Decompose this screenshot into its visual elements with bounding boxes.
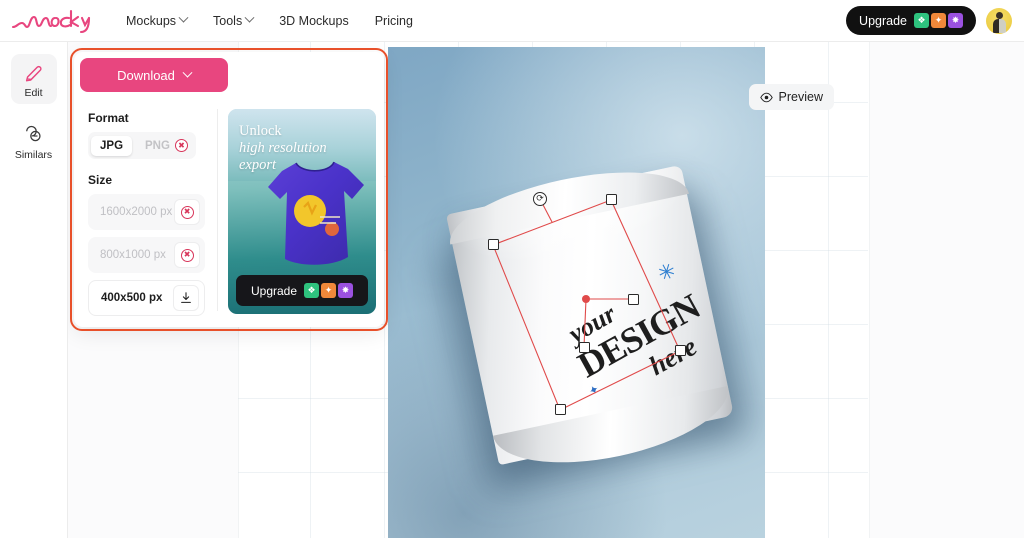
preview-button[interactable]: Preview — [748, 84, 834, 110]
avatar-body — [992, 18, 1006, 33]
nav-label: Tools — [213, 13, 243, 28]
header-actions: Upgrade ❖ ✦ ✸ — [846, 6, 1012, 35]
chevron-down-icon — [178, 12, 189, 23]
pencil-icon — [25, 65, 42, 82]
nav-item-mockups[interactable]: Mockups — [126, 12, 189, 28]
format-section-title: Format — [88, 111, 129, 125]
promo-upgrade-label: Upgrade — [250, 283, 298, 298]
download-button[interactable]: Download — [80, 58, 228, 92]
avatar[interactable] — [986, 7, 1012, 34]
preview-button-label: Preview — [778, 90, 823, 104]
nav-label: Mockups — [126, 13, 177, 28]
sidebar-item-label: Similars — [14, 149, 53, 161]
size-option-1600x2000[interactable]: 1600x2000 px ✖ — [88, 194, 206, 230]
chevron-down-icon — [244, 12, 255, 23]
selection-frame — [492, 199, 681, 411]
nav-item-tools[interactable]: Tools — [213, 12, 255, 28]
nav-label: 3D Mockups — [279, 13, 349, 28]
download-panel: Download Format JPG PNG ✖ Size 1600x2000… — [74, 52, 384, 327]
selection-overlay — [492, 198, 681, 411]
similars-icon — [25, 125, 41, 142]
anchor-handle-right[interactable] — [628, 294, 639, 305]
mockey-logo[interactable] — [10, 4, 98, 38]
resize-handle-bottom-left[interactable] — [555, 404, 566, 415]
sidebar-item-similars[interactable]: Similars — [11, 116, 57, 166]
sidebar-item-label: Edit — [24, 87, 43, 99]
size-option-label: 400x500 px — [101, 292, 163, 304]
upgrade-button-label: Upgrade — [859, 13, 907, 28]
rotate-icon: ⟳ — [536, 194, 544, 204]
format-option-jpg[interactable]: JPG — [91, 135, 133, 156]
size-option-action[interactable]: ✖ — [174, 199, 201, 225]
promo-title: Unlock high resolution export — [239, 123, 368, 174]
format-option-label: JPG — [100, 139, 124, 152]
upgrade-chips: ❖ ✦ ✸ — [914, 13, 963, 28]
anchor-line-v — [583, 298, 587, 348]
anchor-point — [582, 295, 590, 303]
size-option-action[interactable]: ✖ — [174, 242, 201, 268]
chevron-down-icon — [182, 67, 193, 78]
top-header: Mockups Tools 3D Mockups Pricing Upgrade… — [0, 0, 1024, 42]
promo-area: Unlock high resolution export Upgrade ❖ … — [218, 99, 384, 327]
locked-icon: ✖ — [180, 248, 194, 262]
locked-icon: ✖ — [174, 139, 188, 152]
nav-item-3d-mockups[interactable]: 3D Mockups — [279, 14, 348, 28]
chip-green-icon: ❖ — [304, 283, 320, 298]
promo-line-1: Unlock — [239, 123, 282, 139]
format-toggle-group: JPG PNG ✖ — [88, 132, 196, 159]
chip-orange-icon: ✦ — [931, 13, 946, 28]
locked-icon: ✖ — [180, 205, 194, 219]
promo-line-2: high resolution — [239, 140, 327, 157]
chip-green-icon: ❖ — [914, 13, 929, 28]
size-option-800x1000[interactable]: 800x1000 px ✖ — [88, 237, 206, 273]
resize-handle-top-left[interactable] — [488, 239, 499, 250]
size-section-title: Size — [88, 173, 113, 187]
avatar-head — [995, 11, 1003, 19]
nav-item-pricing[interactable]: Pricing — [375, 14, 413, 28]
left-rail: Edit Similars — [0, 42, 68, 538]
size-option-label: 1600x2000 px — [100, 206, 173, 218]
chip-purple-icon: ✸ — [948, 13, 963, 28]
chip-purple-icon: ✸ — [338, 283, 354, 298]
resize-handle-top-right[interactable] — [606, 194, 617, 205]
main-nav: Mockups Tools 3D Mockups Pricing — [126, 12, 413, 28]
eye-icon — [759, 92, 773, 102]
format-option-label: PNG — [145, 139, 170, 152]
download-button-label: Download — [117, 67, 175, 83]
resize-handle-bottom-right[interactable] — [675, 345, 686, 356]
promo-card[interactable]: Unlock high resolution export Upgrade ❖ … — [228, 109, 376, 314]
mockup-preview-image[interactable]: ✳ ✦ your DESIGN here ⟳ — [388, 47, 765, 538]
download-panel-body: Format JPG PNG ✖ Size 1600x2000 px ✖ 800… — [74, 99, 384, 327]
download-options: Format JPG PNG ✖ Size 1600x2000 px ✖ 800… — [74, 99, 217, 327]
size-option-action[interactable] — [173, 285, 200, 311]
promo-upgrade-button[interactable]: Upgrade ❖ ✦ ✸ — [236, 275, 368, 306]
rotate-handle[interactable]: ⟳ — [533, 192, 547, 206]
anchor-handle-bottom[interactable] — [579, 342, 590, 353]
size-option-400x500[interactable]: 400x500 px — [88, 280, 206, 316]
upgrade-button[interactable]: Upgrade ❖ ✦ ✸ — [846, 6, 976, 35]
promo-line-3: export — [239, 157, 277, 174]
chip-orange-icon: ✦ — [321, 283, 337, 298]
nav-label: Pricing — [374, 13, 413, 28]
size-option-label: 800x1000 px — [100, 249, 166, 261]
download-icon — [181, 292, 191, 303]
format-option-png[interactable]: PNG ✖ — [136, 135, 197, 156]
app-root: Mockups Tools 3D Mockups Pricing Upgrade… — [0, 0, 1024, 538]
sidebar-item-edit[interactable]: Edit — [10, 54, 57, 104]
promo-chips: ❖ ✦ ✸ — [304, 283, 354, 298]
size-options-list: 1600x2000 px ✖ 800x1000 px ✖ 400x500 px — [88, 194, 206, 316]
mockey-logo-mark — [11, 9, 91, 33]
